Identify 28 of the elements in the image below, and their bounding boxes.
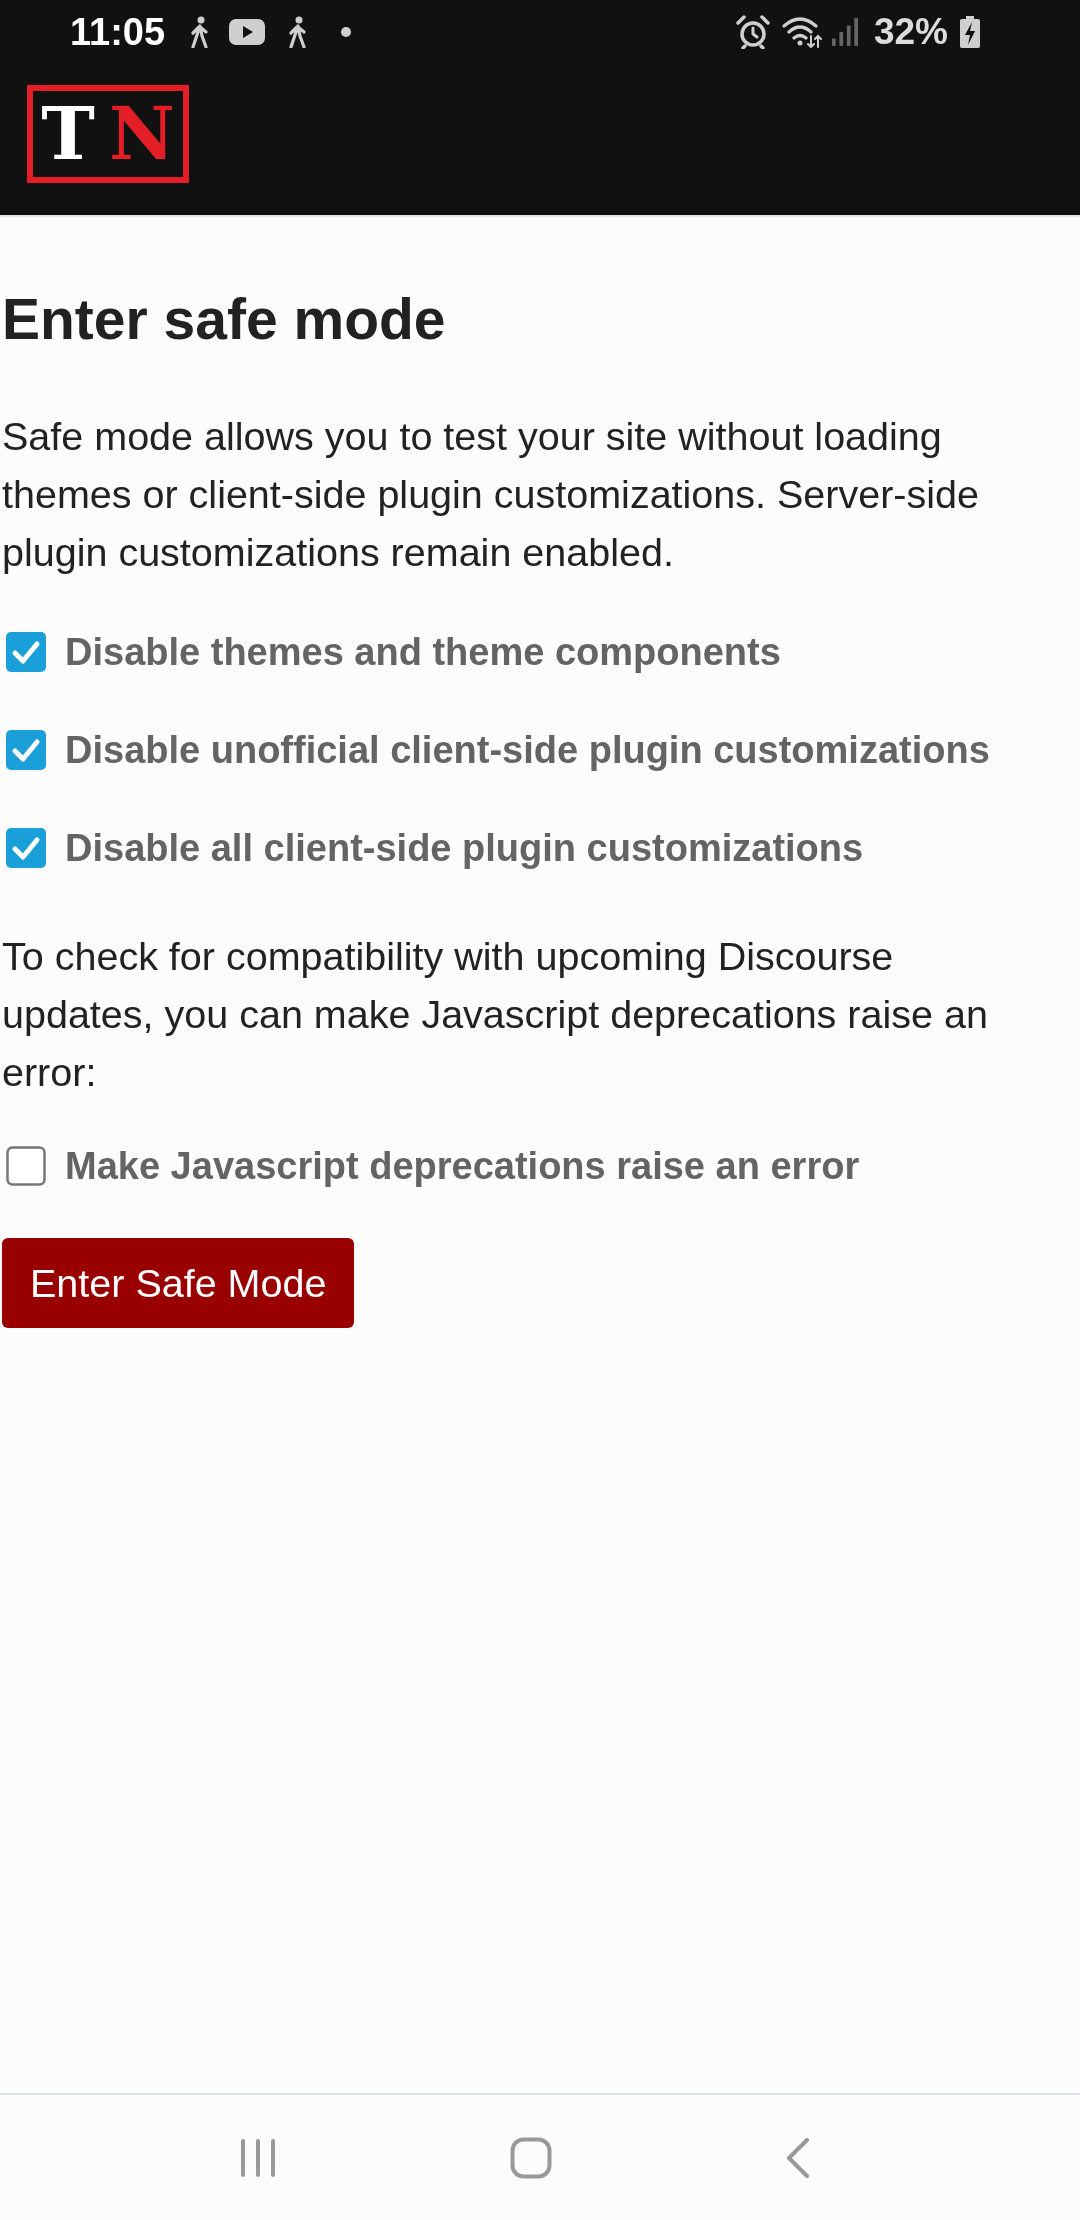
logo-letter: N [108, 98, 175, 170]
three-bars-icon[interactable] [240, 2137, 276, 2178]
intro-text: Safe mode allows you to test your site without loading themes or client-side plugin customizations. Server-side plugin customizations remain enabled. [2, 413, 980, 576]
video-play-icon [229, 19, 266, 45]
checkbox-label[interactable]: Disable unofficial client-side plugin customizations [65, 728, 990, 772]
battery-charging-icon [960, 16, 980, 48]
battery-percentage: 32% [873, 11, 948, 53]
checkbox-label[interactable]: Disable themes and theme components [65, 630, 781, 674]
walking-person-icon [287, 16, 308, 48]
checkbox[interactable] [6, 730, 46, 770]
enter-safe-mode-button[interactable]: Enter Safe Mode [2, 1238, 355, 1328]
home-icon[interactable] [510, 2136, 552, 2179]
wifi-icon [781, 16, 822, 48]
checkbox[interactable] [6, 1146, 46, 1186]
walking-person-icon [189, 16, 210, 48]
alarm-clock-icon [735, 15, 770, 49]
signal-icon [831, 18, 858, 46]
checkbox[interactable] [6, 632, 46, 672]
status-time: 11:05 [70, 10, 166, 54]
checkbox[interactable] [6, 828, 46, 868]
checkbox-label[interactable]: Disable all client-side plugin customizations [65, 826, 864, 870]
logo-letter: T [41, 98, 95, 170]
checkbox-label[interactable]: Make Javascript deprecations raise an error [65, 1144, 860, 1188]
page-title: Enter safe mode [2, 286, 447, 353]
back-icon[interactable] [786, 2137, 810, 2178]
notification-dot-icon [341, 27, 352, 37]
compatibility-text: To check for compatibility with upcoming Discourse updates, you can make Javascript deprecations raise an error: [2, 933, 989, 1096]
site-logo[interactable]: T N [27, 85, 189, 183]
